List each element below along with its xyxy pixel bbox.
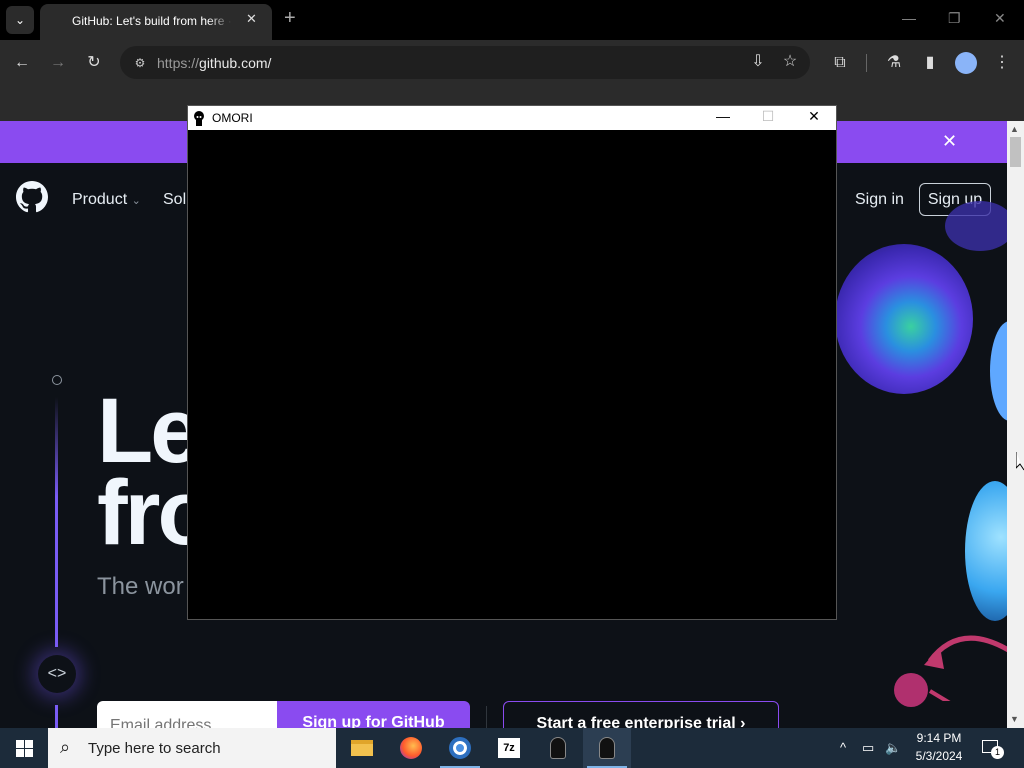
cta-divider <box>486 706 487 728</box>
page-scrollbar[interactable]: ▲ ▼ <box>1007 121 1024 728</box>
labs-flask-icon[interactable]: ⚗ <box>882 51 906 75</box>
reload-icon[interactable]: ↻ <box>82 51 106 75</box>
window-close-button[interactable]: ✕ <box>994 10 1006 27</box>
omori-app-icon <box>194 111 204 126</box>
omori-app-1[interactable] <box>534 728 582 768</box>
notification-count-badge: 1 <box>991 746 1004 759</box>
hero-subheading: The wor <box>97 573 184 600</box>
site-info-icon[interactable]: ⚙ <box>130 53 150 73</box>
firefox-app[interactable] <box>387 728 435 768</box>
tab-search-button[interactable]: ⌄ <box>6 6 34 34</box>
timeline-line <box>55 397 58 647</box>
sign-in-link[interactable]: Sign in <box>855 191 904 209</box>
email-field[interactable] <box>97 701 277 728</box>
install-app-icon[interactable]: ⇩ <box>746 50 770 74</box>
chrome-icon <box>449 737 471 759</box>
side-panel-icon[interactable]: ▮ <box>918 51 942 75</box>
forward-icon[interactable]: → <box>46 51 70 75</box>
scroll-up-icon[interactable]: ▲ <box>1010 124 1019 134</box>
back-icon[interactable]: ← <box>10 51 34 75</box>
volume-muted-icon[interactable]: 🔈 <box>885 740 901 756</box>
windows-taskbar: ⌕ Type here to search 7z ^ ▭ 🔈 9:14 PM 5… <box>0 728 1024 768</box>
browser-toolbar: ← → ↻ ⚙ https://github.com/ ⇩ ☆ ⧉ ⚗ ▮ ⋮ <box>0 40 1024 85</box>
timeline-dot <box>52 375 62 385</box>
notifications-button[interactable]: 1 <box>980 738 1004 759</box>
hero-art-mascot <box>965 481 1007 621</box>
github-logo-icon[interactable] <box>16 181 48 213</box>
toolbar-divider <box>866 54 867 72</box>
hero-art-arrow <box>924 635 1007 701</box>
sign-up-for-github-button[interactable]: Sign up for GitHub <box>277 701 470 728</box>
window-restore-button[interactable]: ❐ <box>948 10 961 27</box>
tab-close-icon[interactable]: ✕ <box>246 11 257 27</box>
bookmark-star-icon[interactable]: ☆ <box>778 50 802 74</box>
tab-title: GitHub: Let's build from here · GitHub <box>72 14 232 28</box>
omori-icon <box>600 738 614 758</box>
omori-titlebar[interactable]: OMORI — ☐ ✕ <box>188 106 836 130</box>
7zip-icon: 7z <box>498 738 520 758</box>
omori-app-2[interactable] <box>583 728 631 768</box>
menu-kebab-icon[interactable]: ⋮ <box>990 51 1014 75</box>
profile-avatar-icon[interactable] <box>955 52 977 74</box>
hero-art-node <box>894 673 928 707</box>
firefox-icon <box>400 737 422 759</box>
omori-maximize-button[interactable]: ☐ <box>746 108 790 125</box>
nav-product[interactable]: Product ⌄ <box>72 191 141 209</box>
omori-game-window[interactable]: OMORI — ☐ ✕ <box>187 105 837 620</box>
omori-minimize-button[interactable]: — <box>701 108 745 124</box>
scroll-down-icon[interactable]: ▼ <box>1010 714 1019 724</box>
mouse-cursor-icon <box>1016 452 1024 471</box>
browser-tab-bar: ⌄ GitHub: Let's build from here · GitHub… <box>0 0 1024 40</box>
hero-art-shape <box>945 201 1007 251</box>
scroll-thumb[interactable] <box>1010 137 1021 167</box>
network-icon[interactable]: ▭ <box>862 740 874 756</box>
address-bar[interactable]: ⚙ https://github.com/ ⇩ ☆ <box>120 46 810 79</box>
chrome-app[interactable] <box>436 728 484 768</box>
windows-logo-icon <box>16 740 33 757</box>
omori-window-title: OMORI <box>212 111 253 125</box>
extensions-icon[interactable]: ⧉ <box>828 51 852 75</box>
omori-close-button[interactable]: ✕ <box>792 108 836 125</box>
new-tab-button[interactable]: + <box>284 8 296 28</box>
chevron-down-icon: ⌄ <box>131 195 141 207</box>
omori-icon <box>551 738 565 758</box>
7zip-app[interactable]: 7z <box>485 728 533 768</box>
code-icon: <> <box>38 655 76 693</box>
enterprise-trial-button[interactable]: Start a free enterprise trial › <box>503 701 779 728</box>
hero-art-orb <box>835 244 973 394</box>
start-button[interactable] <box>0 728 48 768</box>
clock-time[interactable]: 9:14 PM <box>909 731 969 745</box>
taskbar-search-box[interactable]: ⌕ Type here to search <box>48 728 336 768</box>
url-text[interactable]: https://github.com/ <box>157 55 271 71</box>
banner-close-icon[interactable]: ✕ <box>942 131 957 152</box>
folder-icon <box>351 740 373 756</box>
window-minimize-button[interactable]: — <box>902 10 916 26</box>
active-tab[interactable]: GitHub: Let's build from here · GitHub ✕ <box>40 4 272 40</box>
clock-date[interactable]: 5/3/2024 <box>909 749 969 763</box>
search-placeholder: Type here to search <box>88 740 221 757</box>
file-explorer-app[interactable] <box>338 728 386 768</box>
timeline-line <box>55 705 58 728</box>
show-hidden-icons-chevron-icon[interactable]: ^ <box>840 740 846 755</box>
hero-art-shape <box>990 321 1007 421</box>
search-icon: ⌕ <box>60 737 71 757</box>
